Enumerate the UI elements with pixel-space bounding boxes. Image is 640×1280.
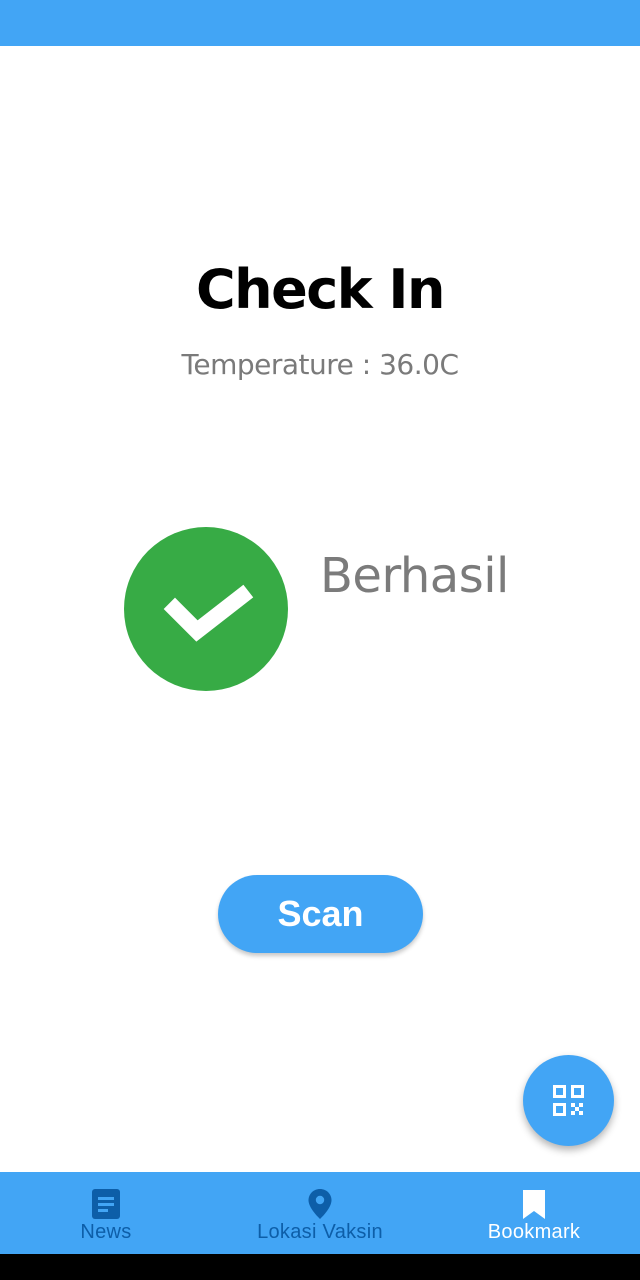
result-status-text: Berhasil — [320, 548, 509, 604]
nav-item-bookmark[interactable]: Bookmark — [468, 1172, 600, 1254]
nav-label-bookmark: Bookmark — [487, 1221, 581, 1243]
nav-item-news[interactable]: News — [40, 1172, 172, 1254]
page-title: Check In — [196, 258, 445, 321]
qr-scan-fab[interactable] — [523, 1055, 614, 1146]
news-icon — [92, 1189, 120, 1219]
bookmark-icon — [523, 1190, 545, 1219]
nav-item-lokasi-vaksin[interactable]: Lokasi Vaksin — [230, 1172, 410, 1254]
nav-label-lokasi-vaksin: Lokasi Vaksin — [257, 1221, 383, 1243]
qr-code-icon — [553, 1085, 584, 1116]
check-circle-icon — [124, 527, 288, 691]
bottom-navigation: News Lokasi Vaksin Bookmark — [0, 1172, 640, 1254]
status-bar — [0, 0, 640, 46]
system-navigation-bar — [0, 1254, 640, 1280]
scan-button[interactable]: Scan — [218, 875, 423, 953]
location-pin-icon — [308, 1189, 332, 1219]
nav-label-news: News — [80, 1221, 132, 1243]
temperature-text: Temperature : 36.0C — [181, 348, 460, 381]
